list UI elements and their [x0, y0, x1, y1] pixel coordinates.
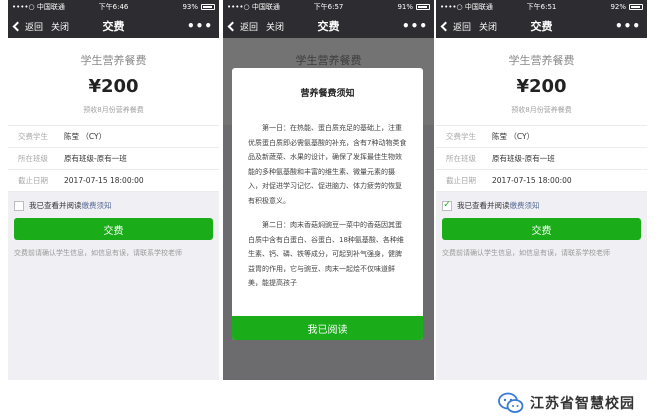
- status-bar: ••••○ 中国联通 下午6:51 92%: [436, 0, 647, 14]
- fee-note: 预收8月份营养餐费: [83, 106, 144, 114]
- info-row-student: 交费学生 陈莹 （CY）: [8, 126, 219, 148]
- more-menu-icon[interactable]: •••: [402, 19, 428, 33]
- watermark: 江苏省智慧校园: [498, 392, 635, 414]
- carrier-label: ••••○ 中国联通: [12, 3, 65, 11]
- fee-summary: 学生营养餐费 ¥200 预收8月份营养餐费: [436, 38, 647, 125]
- fee-note: 预收8月份营养餐费: [511, 106, 572, 114]
- battery-icon: [201, 4, 216, 10]
- watermark-text: 江苏省智慧校园: [530, 396, 635, 412]
- fee-amount: ¥200: [516, 76, 567, 97]
- pay-tip: 交费前请确认学生信息，如信息有误，请联系学校老师: [442, 249, 610, 257]
- pay-button[interactable]: 交费: [14, 218, 213, 240]
- status-time: 下午6:57: [313, 3, 344, 11]
- info-row-deadline: 截止日期 2017-07-15 18:00:00: [436, 170, 647, 192]
- more-menu-icon[interactable]: •••: [187, 19, 213, 33]
- chevron-left-icon: [12, 21, 23, 31]
- back-button[interactable]: 返回: [227, 20, 258, 33]
- agree-checkbox-checked[interactable]: ✓: [442, 200, 452, 211]
- fee-summary: 学生营养餐费 ¥200 预收8月份营养餐费: [8, 38, 219, 125]
- info-row-deadline: 截止日期 2017-07-15 18:00:00: [8, 170, 219, 192]
- agree-row: ✓ 我已查看并阅读 缴费须知: [442, 200, 540, 211]
- close-button[interactable]: 关闭: [479, 20, 497, 33]
- wechat-logo-icon: [498, 392, 524, 413]
- info-row-class: 所在班级 原有班级-原有一班: [8, 148, 219, 170]
- battery-label: 93%: [182, 3, 199, 11]
- fee-amount: ¥200: [88, 76, 139, 97]
- phone-screen-1: ••••○ 中国联通 下午6:46 93% 返回 关闭 交费 ••• 学生营养餐…: [8, 0, 219, 380]
- back-button[interactable]: 返回: [12, 20, 43, 33]
- carrier-label: ••••○ 中国联通: [440, 3, 493, 11]
- carrier-label: ••••○ 中国联通: [227, 3, 280, 11]
- battery-icon: [629, 4, 644, 10]
- student-info: 交费学生 陈莹 （CY） 所在班级 原有班级-原有一班 截止日期 2017-07-15…: [8, 125, 219, 192]
- notice-link[interactable]: 缴费须知: [510, 200, 540, 211]
- fee-title: 学生营养餐费: [80, 54, 147, 67]
- close-button[interactable]: 关闭: [266, 20, 284, 33]
- status-bar: ••••○ 中国联通 下午6:57 91%: [223, 0, 434, 14]
- pay-tip: 交费前请确认学生信息，如信息有误，请联系学校老师: [14, 249, 182, 257]
- modal-paragraph-2: 第二日：肉末香菇焖豌豆一菜中的香菇因其蛋白质中含有白蛋白、谷蛋白、18种氨基酸、…: [248, 221, 404, 287]
- battery-label: 92%: [610, 3, 627, 11]
- chevron-left-icon: [227, 21, 238, 31]
- back-button[interactable]: 返回: [440, 20, 471, 33]
- agree-row: 我已查看并阅读 缴费须知: [8, 192, 219, 215]
- nav-bar: 返回 关闭 交费 •••: [436, 14, 647, 38]
- fee-title: 学生营养餐费: [508, 54, 575, 67]
- modal-title: 营养餐费须知: [300, 89, 355, 99]
- battery-label: 91%: [397, 3, 414, 11]
- pay-button[interactable]: 交费: [442, 218, 641, 240]
- info-row-student: 交费学生 陈莹 （CY）: [436, 126, 647, 148]
- chevron-left-icon: [440, 21, 451, 31]
- student-info: 交费学生 陈莹 （CY） 所在班级 原有班级-原有一班 截止日期 2017-07-15…: [436, 125, 647, 192]
- close-button[interactable]: 关闭: [51, 20, 69, 33]
- status-time: 下午6:46: [98, 3, 129, 11]
- read-confirm-button[interactable]: 我已阅读: [232, 316, 423, 340]
- phone-screen-3: ••••○ 中国联通 下午6:51 92% 返回 关闭 交费 ••• 学生营养餐…: [436, 0, 647, 380]
- status-time: 下午6:51: [526, 3, 557, 11]
- info-row-class: 所在班级 原有班级-原有一班: [436, 148, 647, 170]
- notice-modal: 营养餐费须知 第一日：在热能、蛋白质充足的基础上，注重优质蛋白质即必需氨基酸的补…: [232, 68, 423, 340]
- agree-checkbox[interactable]: [14, 200, 24, 211]
- modal-paragraph-1: 第一日：在热能、蛋白质充足的基础上，注重优质蛋白质即必需氨基酸的补充，含有7种动…: [248, 124, 407, 205]
- status-bar: ••••○ 中国联通 下午6:46 93%: [8, 0, 219, 14]
- more-menu-icon[interactable]: •••: [615, 19, 641, 33]
- nav-bar: 返回 关闭 交费 •••: [223, 14, 434, 38]
- phone-screen-2: ••••○ 中国联通 下午6:57 91% 返回 关闭 交费 ••• 学生营养餐…: [223, 0, 434, 380]
- nav-bar: 返回 关闭 交费 •••: [8, 14, 219, 38]
- battery-icon: [416, 4, 431, 10]
- notice-link[interactable]: 缴费须知: [82, 200, 112, 211]
- checkmark-icon: ✓: [443, 200, 451, 210]
